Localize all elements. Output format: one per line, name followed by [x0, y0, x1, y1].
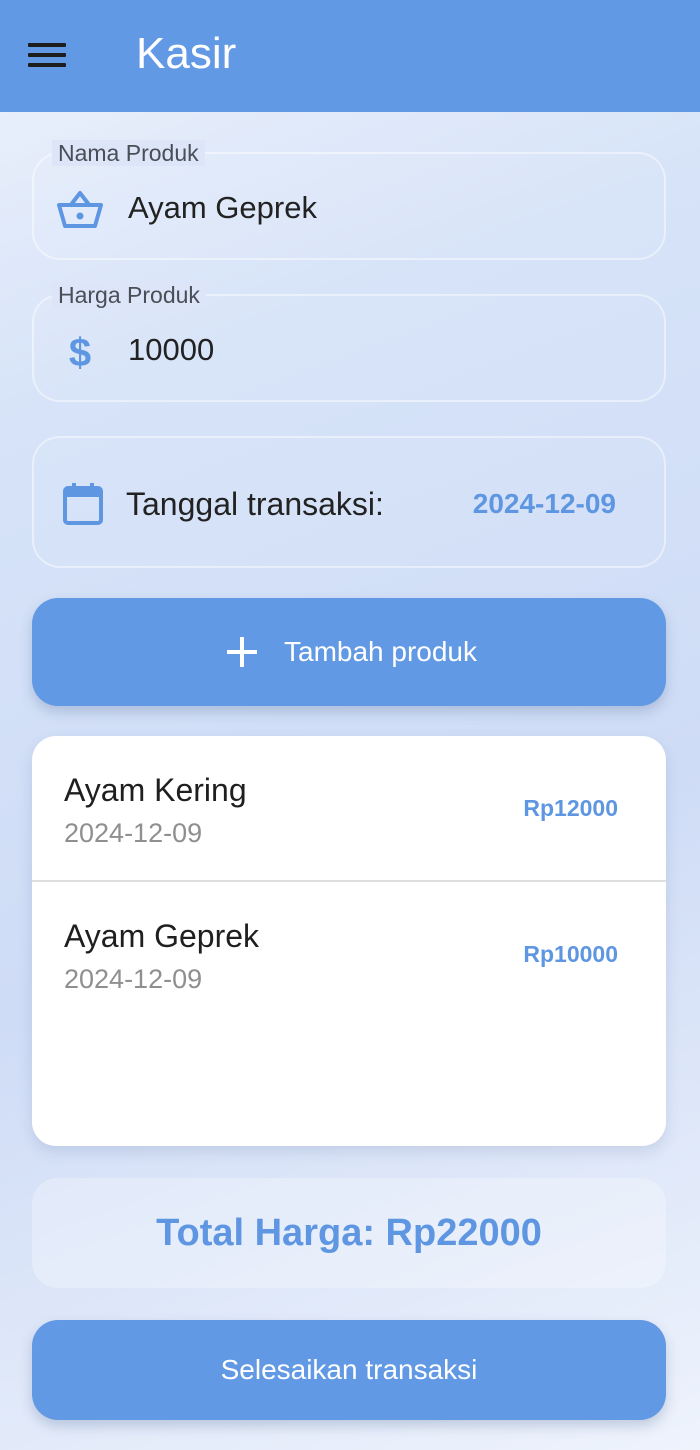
product-name-input[interactable]: [128, 188, 628, 228]
item-name: Ayam Geprek: [64, 918, 260, 954]
item-name: Ayam Kering: [64, 772, 247, 808]
menu-icon[interactable]: [28, 40, 66, 70]
add-product-button[interactable]: Tambah produk: [32, 598, 666, 706]
product-name-field[interactable]: Nama Produk: [32, 140, 666, 260]
list-item[interactable]: Ayam Geprek 2024-12-09 Rp10000: [32, 882, 666, 1027]
transaction-date-label: Tanggal transaksi:: [126, 486, 384, 522]
finish-transaction-label: Selesaikan transaksi: [220, 1354, 478, 1385]
plus-icon: [227, 637, 257, 667]
product-price-label: Harga Produk: [52, 282, 206, 308]
item-date: 2024-12-09: [64, 818, 203, 848]
product-name-label: Nama Produk: [52, 140, 205, 166]
product-price-input[interactable]: [128, 330, 628, 370]
product-list: Ayam Kering 2024-12-09 Rp12000 Ayam Gepr…: [32, 736, 666, 1146]
total-price: Total Harga: Rp22000: [156, 1212, 542, 1254]
transaction-date-value[interactable]: 2024-12-09: [473, 486, 616, 522]
product-price-field[interactable]: Harga Produk $: [32, 282, 666, 402]
item-price: Rp10000: [523, 941, 618, 967]
app-bar: Kasir: [0, 0, 700, 112]
svg-text:$: $: [69, 331, 91, 372]
app-title: Kasir: [136, 29, 237, 78]
add-product-label: Tambah produk: [284, 636, 478, 667]
finish-transaction-button[interactable]: Selesaikan transaksi: [32, 1320, 666, 1420]
item-date: 2024-12-09: [64, 964, 203, 994]
item-price: Rp12000: [523, 795, 618, 821]
calendar-icon: [63, 483, 103, 525]
transaction-date-picker[interactable]: Tanggal transaksi: 2024-12-09: [32, 436, 666, 568]
dollar-icon: $: [69, 331, 91, 372]
basket-icon: [57, 191, 103, 228]
total-price-box: Total Harga: Rp22000: [32, 1178, 666, 1288]
list-item[interactable]: Ayam Kering 2024-12-09 Rp12000: [32, 736, 666, 882]
